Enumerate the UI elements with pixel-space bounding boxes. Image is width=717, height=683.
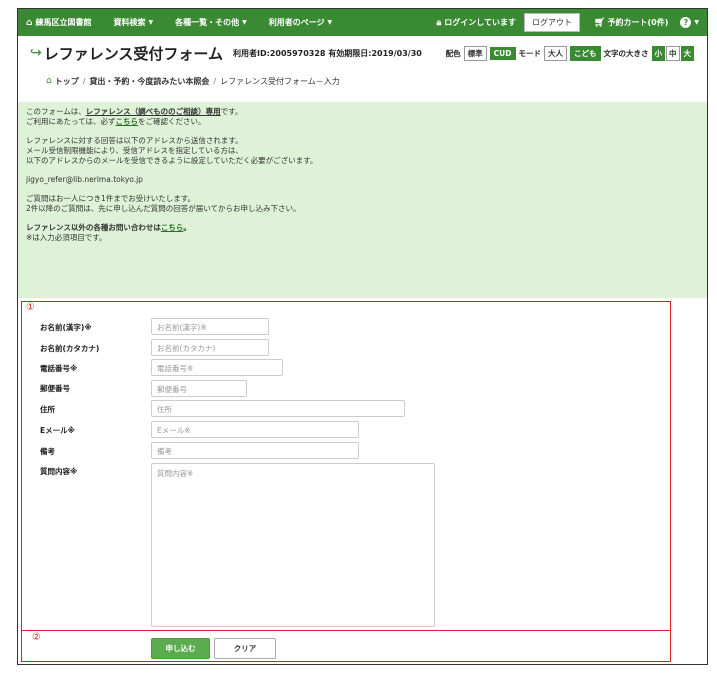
nav-home-link[interactable]: ⌂ 練馬区立図書館 [26,17,91,28]
breadcrumb-home-link[interactable]: トップ [55,76,79,87]
logout-button[interactable]: ログアウト [524,13,581,32]
login-status: 🔒︎ ログインしています [436,17,516,28]
info-paragraph: このフォームは、レファレンス（調べもののご相談）専用です。 ご利用にあたっては、… [26,107,243,126]
nav-menu-label: 各種一覧・その他 [175,18,240,27]
user-info: 利用者ID:2005970328 有効期限日:2019/03/30 [233,48,422,58]
reference-only-text: レファレンス（調べもののご相談）専用 [85,107,221,116]
caret-down-icon: ▼ [694,19,699,26]
note-label: 備考 [40,447,55,456]
reference-icon: ↪ [30,45,42,61]
required-note: ※は入力必須項目です。 [26,233,107,242]
top-nav: ⌂ 練馬区立図書館 資料検索 ▼ 各種一覧・その他 ▼ 利用者のページ ▼ 🔒︎ ログ… [18,9,707,36]
nav-menu-label: 資料検索 [113,18,146,27]
address-input[interactable]: 住所 [151,400,405,417]
breadcrumb-separator: / [213,76,217,86]
lock-icon: 🔒︎ [436,17,442,28]
color-standard-button[interactable]: 標準 [463,45,487,61]
font-small-button[interactable]: 小 [651,45,665,61]
caret-down-icon: ▼ [148,19,154,26]
annotation-marker-2: ② [32,632,41,643]
phone-input[interactable]: 電話番号※ [151,359,283,376]
other-inquiries-link[interactable]: こちら [161,223,184,232]
nav-menu-search[interactable]: 資料検索 ▼ [113,17,153,28]
font-medium-button[interactable]: 中 [666,45,680,61]
guidelines-link[interactable]: こちら [115,117,138,126]
breadcrumb-current: レファレンス受付フォーム－入力 [220,76,340,86]
sender-email: jigyo_refer@lib.nerima.tokyo.jp [26,175,143,184]
nav-menu-lists[interactable]: 各種一覧・その他 ▼ [175,17,247,28]
submit-button[interactable]: 申し込む [151,638,210,659]
email-label: Eメール※ [40,426,75,435]
font-size-label: 文字の大きさ [603,48,649,58]
annotation-box-2 [21,630,671,662]
breadcrumb-lending-link[interactable]: 貸出・予約・今度読みたい本照会 [89,76,209,87]
zip-input[interactable]: 郵便番号 [151,380,247,397]
phone-label: 電話番号※ [40,364,78,373]
info-paragraph: ご質問はお一人につき1件までお受けいたします。 2件以降のご質問は、先に申し込ん… [26,194,301,213]
help-menu[interactable]: ? ▼ [680,17,699,28]
action-row: ② 申し込む クリア [18,618,707,662]
font-large-button[interactable]: 大 [680,45,694,61]
home-icon: ⌂ [46,76,52,86]
page-frame: ⌂ 練馬区立図書館 資料検索 ▼ 各種一覧・その他 ▼ 利用者のページ ▼ 🔒︎ ログ… [17,8,708,665]
caret-down-icon: ▼ [327,19,333,26]
display-options: 配色 標準 CUD モード 大人 こども 文字の大きさ 小 中 大 [445,45,695,61]
breadcrumb: ⌂ トップ / 貸出・予約・今度読みたい本照会 / レファレンス受付フォーム－入… [18,70,707,92]
name-kanji-label: お名前(漢字)※ [40,323,92,332]
note-input[interactable]: 備考 [151,442,359,459]
question-label: 質問内容※ [40,467,78,476]
help-icon: ? [680,17,692,28]
clear-button[interactable]: クリア [214,638,276,659]
home-icon: ⌂ [26,17,33,28]
cart-icon: 🛒︎ [594,17,606,28]
title-row: ↪ レファレンス受付フォーム 利用者ID:2005970328 有効期限日:20… [18,36,707,70]
login-status-text: ログインしています [444,18,517,27]
name-kana-label: お名前(カタカナ) [40,344,100,353]
library-name: 練馬区立図書館 [35,18,92,27]
nav-menu-label: 利用者のページ [268,18,325,27]
zip-label: 郵便番号 [40,384,70,393]
form-section: ① お名前(漢字)※ お名前(漢字)※ お名前(カタカナ) お名前(カタカナ) … [18,298,707,631]
breadcrumb-separator: / [82,76,86,86]
reservation-cart-link[interactable]: 🛒︎ 予約カート(0件) [594,17,668,28]
email-input[interactable]: Eメール※ [151,421,359,438]
annotation-marker-1: ① [26,302,35,313]
mode-adult-button[interactable]: 大人 [544,45,567,61]
info-panel: このフォームは、レファレンス（調べもののご相談）専用です。 ご利用にあたっては、… [18,102,707,298]
mode-label: モード [518,48,542,58]
color-label: 配色 [445,48,461,58]
info-paragraph: レファレンスに対する回答は以下のアドレスから送信されます。 メール受信制限機能に… [26,136,318,165]
name-kanji-input[interactable]: お名前(漢字)※ [151,318,269,335]
mode-child-button[interactable]: こども [570,45,601,61]
color-cud-button[interactable]: CUD [489,46,516,60]
cart-label: 予約カート(0件) [607,18,669,27]
nav-menu-user-page[interactable]: 利用者のページ ▼ [269,17,332,28]
caret-down-icon: ▼ [242,19,247,26]
address-label: 住所 [40,405,55,414]
page-title: レファレンス受付フォーム [43,44,223,63]
question-textarea[interactable]: 質問内容※ [151,463,435,627]
info-paragraph: レファレンス以外の各種お問い合わせはこちら。 ※は入力必須項目です。 [26,223,191,242]
name-kana-input[interactable]: お名前(カタカナ) [151,339,269,356]
